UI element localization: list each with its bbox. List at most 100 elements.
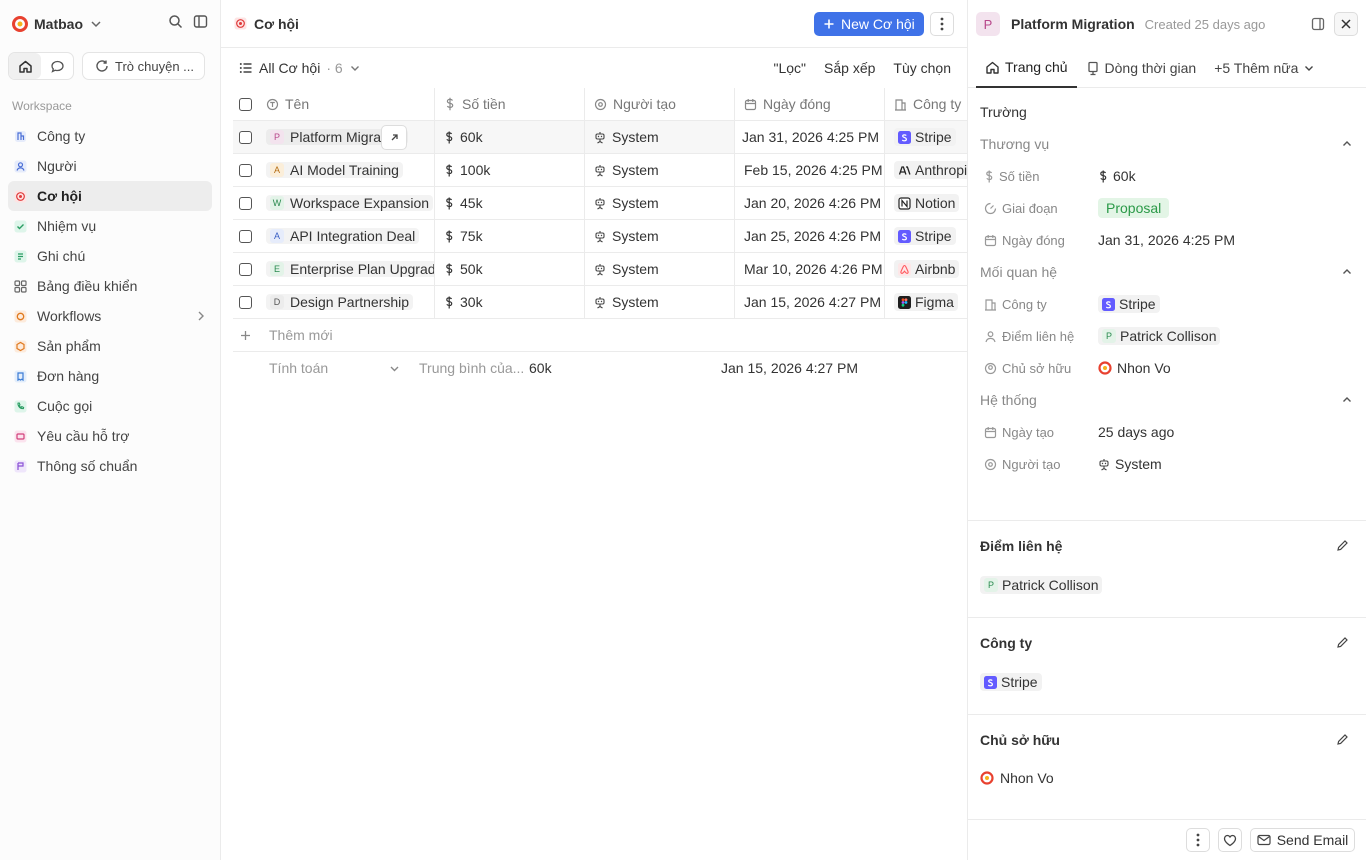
close-date-cell[interactable]: Mar 10, 2026 4:26 PM [735, 253, 885, 285]
pencil-icon[interactable] [1336, 636, 1349, 649]
sidebar-item-products[interactable]: Sản phẩm [8, 331, 212, 361]
card-value[interactable]: Nhon Vo [980, 770, 1054, 786]
column-header-name[interactable]: Tên [257, 88, 435, 120]
row-checkbox[interactable] [238, 229, 252, 243]
row-checkbox[interactable] [238, 163, 252, 177]
sidebar-item-people[interactable]: Người [8, 151, 212, 181]
card-value[interactable]: Stripe [980, 673, 1042, 691]
more-options-button[interactable] [930, 12, 954, 36]
close-icon[interactable] [1334, 12, 1358, 36]
row-checkbox[interactable] [238, 130, 252, 144]
name-cell[interactable]: D Design Partnership [257, 286, 435, 318]
name-cell[interactable]: A AI Model Training [257, 154, 435, 186]
new-chat-button[interactable]: Trò chuyện ... [82, 52, 205, 80]
record-chip[interactable]: A AI Model Training [266, 162, 403, 178]
pencil-icon[interactable] [1336, 539, 1349, 552]
name-cell[interactable]: P Platform Migration [257, 121, 435, 153]
table-row[interactable]: E Enterprise Plan Upgrade 50k System Mar… [233, 253, 967, 286]
field-value[interactable]: Stripe [1098, 295, 1160, 313]
tab-home[interactable]: Trang chủ [976, 48, 1077, 88]
name-cell[interactable]: W Workspace Expansion [257, 187, 435, 219]
table-row[interactable]: P Platform Migration 60k System Jan 31, … [233, 121, 967, 154]
tab-timeline[interactable]: Dòng thời gian [1077, 48, 1206, 88]
expand-panel-icon[interactable] [1306, 12, 1330, 36]
amount-cell[interactable]: 30k [435, 286, 585, 318]
open-record-button[interactable] [381, 125, 407, 150]
sidebar-item-dashboards[interactable]: Bảng điều khiển [8, 271, 212, 301]
field-value[interactable]: Proposal [1098, 198, 1170, 218]
company-chip[interactable]: Airbnb [894, 260, 960, 278]
sidebar-item-benchmarks[interactable]: Thông số chuẩn [8, 451, 212, 481]
column-header-amount[interactable]: Số tiền [435, 88, 585, 120]
select-all-checkbox[interactable] [238, 97, 252, 111]
contact-chip[interactable]: P Patrick Collison [980, 576, 1103, 594]
creator-cell[interactable]: System [585, 220, 735, 252]
chevron-down-icon[interactable] [389, 363, 400, 374]
sidebar-item-notes[interactable]: Ghi chú [8, 241, 212, 271]
record-chip[interactable]: E Enterprise Plan Upgrade [266, 261, 434, 277]
column-header-company[interactable]: Công ty [885, 88, 967, 120]
row-checkbox[interactable] [238, 196, 252, 210]
view-selector[interactable]: All Cơ hội · 6 [239, 60, 361, 76]
field-value[interactable]: 60k [1098, 168, 1136, 184]
table-row[interactable]: W Workspace Expansion 45k System Jan 20,… [233, 187, 967, 220]
company-cell[interactable]: Figma [885, 286, 967, 318]
field-value[interactable]: Jan 31, 2026 4:25 PM [1098, 232, 1235, 248]
group-business[interactable]: Thương vụ [980, 128, 1355, 160]
company-chip[interactable]: Stripe [894, 227, 956, 245]
sidebar-item-companies[interactable]: Công ty [8, 121, 212, 151]
close-date-cell[interactable]: Jan 31, 2026 4:25 PM [735, 121, 885, 153]
more-actions-button[interactable] [1186, 828, 1210, 852]
pencil-icon[interactable] [1336, 733, 1349, 746]
company-cell[interactable]: Stripe [885, 121, 967, 153]
sidebar-item-orders[interactable]: Đơn hàng [8, 361, 212, 391]
field-value[interactable]: Nhon Vo [1098, 360, 1171, 376]
sort-button[interactable]: Sắp xếp [824, 60, 875, 76]
close-date-cell[interactable]: Jan 25, 2026 4:26 PM [735, 220, 885, 252]
workspace-switcher[interactable]: Matbao [12, 12, 103, 36]
tab-more[interactable]: +5 Thêm nữa [1205, 48, 1324, 88]
options-button[interactable]: Tùy chọn [893, 60, 951, 76]
table-row[interactable]: D Design Partnership 30k System Jan 15, … [233, 286, 967, 319]
average-label[interactable]: Trung bình của... [419, 360, 525, 376]
table-row[interactable]: A API Integration Deal 75k System Jan 25… [233, 220, 967, 253]
sidebar-item-tasks[interactable]: Nhiệm vụ [8, 211, 212, 241]
name-cell[interactable]: E Enterprise Plan Upgrade [257, 253, 435, 285]
column-header-close-date[interactable]: Ngày đóng [735, 88, 885, 120]
record-chip[interactable]: A API Integration Deal [266, 228, 420, 244]
new-opportunity-button[interactable]: New Cơ hội [814, 12, 924, 36]
sidebar-item-calls[interactable]: Cuộc gọi [8, 391, 212, 421]
home-button[interactable] [9, 53, 41, 79]
company-cell[interactable]: Anthropic [885, 154, 967, 186]
company-cell[interactable]: Airbnb [885, 253, 967, 285]
add-new-row-button[interactable]: Thêm mới [233, 319, 967, 352]
company-chip[interactable]: Figma [894, 293, 958, 311]
card-value[interactable]: P Patrick Collison [980, 576, 1103, 594]
calculate-label[interactable]: Tính toán [269, 360, 328, 376]
filter-button[interactable]: "Lọc" [774, 60, 807, 76]
record-title[interactable]: Platform Migration [1011, 16, 1135, 32]
sidebar-item-support[interactable]: Yêu cầu hỗ trợ [8, 421, 212, 451]
row-checkbox[interactable] [238, 295, 252, 309]
creator-cell[interactable]: System [585, 286, 735, 318]
amount-cell[interactable]: 100k [435, 154, 585, 186]
group-relations[interactable]: Mối quan hệ [980, 256, 1355, 288]
creator-cell[interactable]: System [585, 121, 735, 153]
amount-cell[interactable]: 75k [435, 220, 585, 252]
company-chip[interactable]: Notion [894, 194, 960, 212]
amount-cell[interactable]: 45k [435, 187, 585, 219]
company-chip[interactable]: Stripe [894, 128, 956, 146]
search-icon[interactable] [168, 14, 183, 29]
amount-cell[interactable]: 60k [435, 121, 585, 153]
close-date-cell[interactable]: Jan 20, 2026 4:26 PM [735, 187, 885, 219]
creator-cell[interactable]: System [585, 154, 735, 186]
creator-cell[interactable]: System [585, 253, 735, 285]
table-row[interactable]: A AI Model Training 100k System Feb 15, … [233, 154, 967, 187]
close-date-cell[interactable]: Feb 15, 2026 4:25 PM [735, 154, 885, 186]
field-value[interactable]: P Patrick Collison [1098, 327, 1221, 345]
chevron-right-icon[interactable] [196, 310, 206, 322]
contact-chip[interactable]: P Patrick Collison [1098, 327, 1221, 345]
sidebar-item-opportunities[interactable]: Cơ hội [8, 181, 212, 211]
row-checkbox[interactable] [238, 262, 252, 276]
column-header-creator[interactable]: Người tạo [585, 88, 735, 120]
